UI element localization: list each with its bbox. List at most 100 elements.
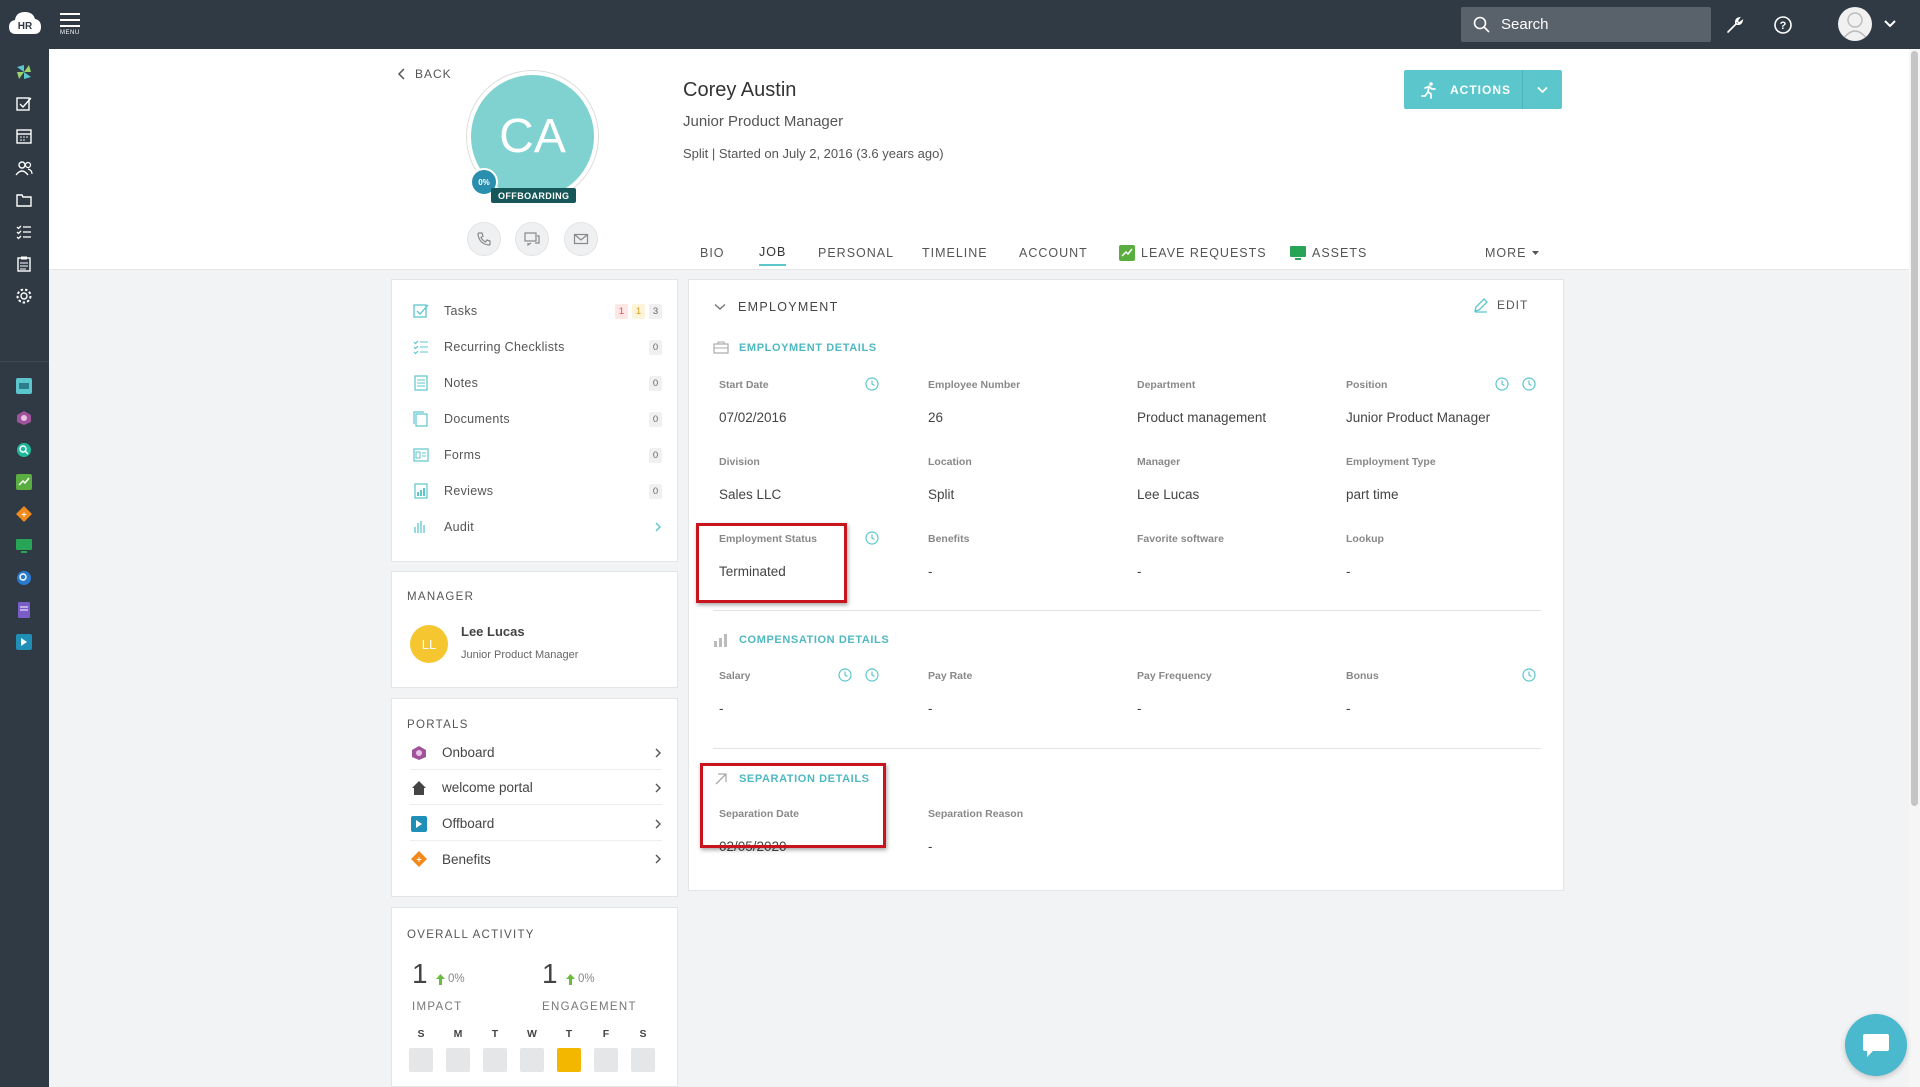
day-activity-box (594, 1048, 618, 1072)
search-input[interactable] (1501, 13, 1701, 35)
manager-avatar[interactable]: LL (410, 625, 448, 663)
tab-leave-requests[interactable]: LEAVE REQUESTS (1119, 240, 1267, 266)
day-activity-box (446, 1048, 470, 1072)
link-tasks[interactable]: Tasks 1 1 3 (412, 301, 662, 321)
app-leave-icon[interactable] (13, 471, 35, 493)
search-box[interactable] (1461, 7, 1711, 42)
wrench-icon[interactable] (1724, 14, 1746, 36)
tab-account[interactable]: ACCOUNT (1019, 240, 1088, 266)
status-badge: OFFBOARDING (491, 188, 577, 203)
history-clock-icon[interactable] (1495, 377, 1509, 391)
search-icon (1473, 16, 1490, 33)
tab-job[interactable]: JOB (759, 240, 787, 266)
day-label: W (527, 1028, 537, 1040)
notes-icon (412, 374, 430, 392)
employment-section-toggle[interactable]: EMPLOYMENT (714, 300, 839, 314)
link-audit[interactable]: Audit (412, 517, 662, 537)
actions-button[interactable]: ACTIONS (1404, 70, 1562, 109)
history-clock-icon[interactable] (1522, 377, 1536, 391)
highlight-employment-status (696, 523, 847, 603)
history-clock-icon[interactable] (838, 668, 852, 682)
tasks-overdue-count: 1 (615, 303, 628, 319)
app-hr-icon[interactable] (13, 375, 35, 397)
day-label: T (491, 1028, 499, 1040)
checklist-icon[interactable] (13, 221, 35, 243)
link-reviews[interactable]: Reviews 0 (412, 481, 662, 501)
day-label: S (417, 1028, 425, 1040)
chevron-right-icon (655, 522, 661, 532)
history-clock-icon[interactable] (865, 668, 879, 682)
compensation-details-heading: COMPENSATION DETAILS (713, 633, 889, 647)
portals-card: PORTALS Onboard welcome portal Offboard … (391, 698, 678, 897)
clipboard-icon[interactable] (13, 253, 35, 275)
tab-more[interactable]: MORE (1485, 240, 1540, 266)
chevron-down-icon[interactable] (1884, 19, 1896, 29)
portal-welcome[interactable]: welcome portal (410, 771, 662, 805)
checkbox-icon[interactable] (13, 93, 35, 115)
app-onboard-icon[interactable] (13, 407, 35, 429)
actions-dropdown[interactable] (1522, 70, 1562, 109)
app-assets-icon[interactable] (13, 535, 35, 557)
edit-button[interactable]: EDIT (1473, 297, 1528, 313)
tab-bio[interactable]: BIO (700, 240, 725, 266)
arrow-up-icon (436, 973, 445, 985)
back-link[interactable]: BACK (397, 67, 452, 81)
call-button[interactable] (467, 222, 501, 256)
calendar-icon[interactable] (13, 125, 35, 147)
chat-icon (524, 232, 540, 247)
app-lookup-icon[interactable] (13, 567, 35, 589)
location-label: Location (928, 456, 972, 468)
pinwheel-icon[interactable] (13, 61, 35, 83)
link-notes[interactable]: Notes 0 (412, 373, 662, 393)
folder-icon[interactable] (13, 189, 35, 211)
location-value: Split (928, 487, 955, 502)
engagement-value: 1 (542, 958, 558, 989)
manager-name[interactable]: Lee Lucas (461, 624, 525, 639)
people-icon[interactable] (13, 157, 35, 179)
menu-button[interactable]: MENU (60, 13, 82, 37)
hr-logo[interactable]: HR (8, 8, 42, 40)
chevron-left-icon (397, 68, 405, 80)
tab-personal[interactable]: PERSONAL (818, 240, 894, 266)
salary-label: Salary (719, 670, 751, 682)
app-forms-icon[interactable] (13, 599, 35, 621)
app-offboard-icon[interactable] (13, 631, 35, 653)
portals-heading: PORTALS (407, 719, 469, 731)
email-button[interactable] (564, 222, 598, 256)
gear-icon[interactable] (13, 285, 35, 307)
caret-down-icon (1531, 251, 1539, 255)
tasks-due-count: 1 (632, 303, 645, 319)
page-scrollbar[interactable] (1909, 49, 1920, 1087)
highlight-separation-details (700, 763, 886, 848)
chat-button[interactable] (515, 222, 549, 256)
app-search-icon[interactable] (13, 439, 35, 461)
division-label: Division (719, 456, 760, 468)
benefits-label: Benefits (928, 533, 970, 545)
svg-text:+: + (416, 855, 421, 865)
division-value: Sales LLC (719, 487, 782, 502)
history-clock-icon[interactable] (865, 377, 879, 391)
scroll-thumb[interactable] (1911, 51, 1918, 806)
link-documents[interactable]: Documents 0 (412, 409, 662, 429)
history-clock-icon[interactable] (865, 531, 879, 545)
portal-offboard[interactable]: Offboard (410, 807, 662, 841)
app-benefits-icon[interactable]: + (13, 503, 35, 525)
day-activity-box (520, 1048, 544, 1072)
day-activity-box (483, 1048, 507, 1072)
link-recurring-checklists[interactable]: Recurring Checklists 0 (412, 337, 662, 357)
leave-icon (1119, 245, 1135, 261)
tab-timeline[interactable]: TIMELINE (922, 240, 988, 266)
tab-assets[interactable]: ASSETS (1290, 240, 1367, 266)
link-forms[interactable]: Forms 0 (412, 445, 662, 465)
employment-type-value: part time (1346, 487, 1399, 502)
history-clock-icon[interactable] (1522, 668, 1536, 682)
department-label: Department (1137, 379, 1196, 391)
help-icon[interactable]: ? (1772, 14, 1794, 36)
portal-benefits[interactable]: + Benefits (410, 842, 662, 876)
position-label: Position (1346, 379, 1388, 391)
user-avatar[interactable] (1838, 7, 1872, 41)
engagement-label: ENGAGEMENT (542, 1001, 637, 1013)
support-chat-button[interactable] (1845, 1014, 1907, 1076)
review-icon (412, 482, 430, 500)
portal-onboard[interactable]: Onboard (410, 736, 662, 770)
